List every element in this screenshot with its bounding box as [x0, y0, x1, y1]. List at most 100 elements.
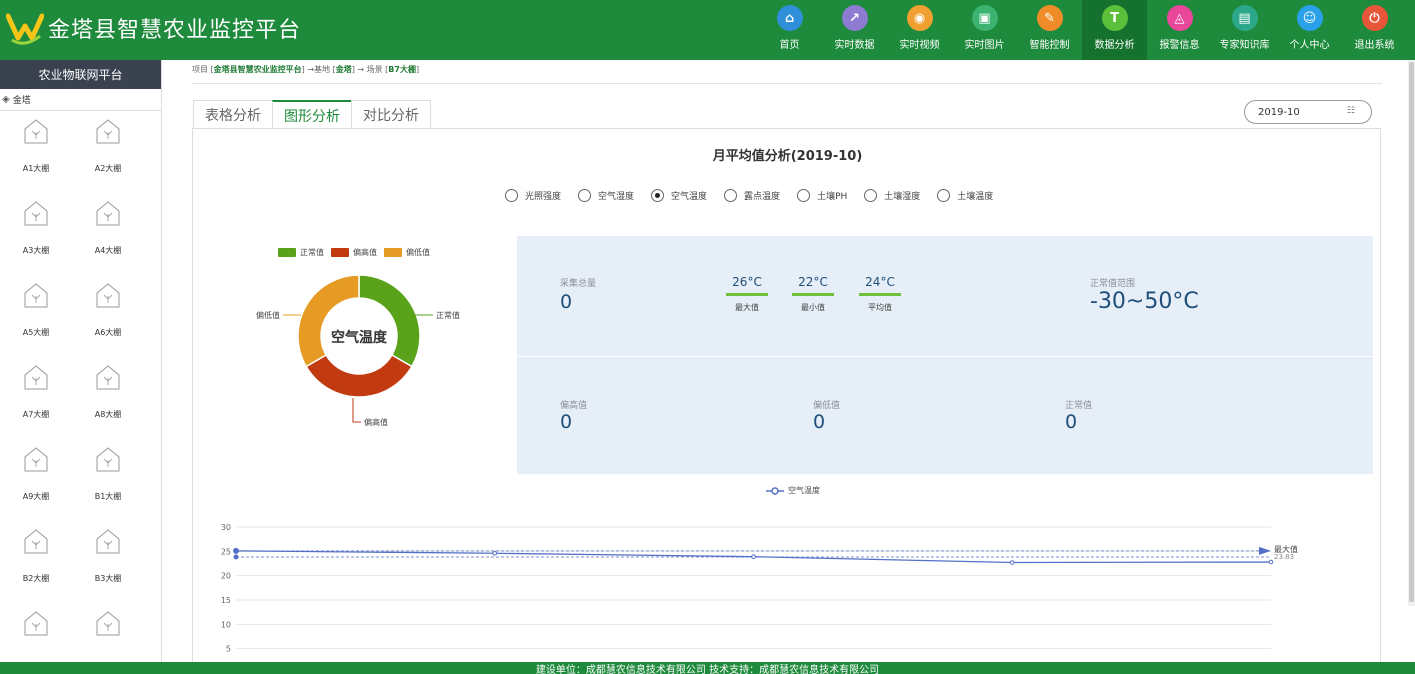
greenhouse-label: B1大棚: [94, 492, 122, 501]
breadcrumb-base[interactable]: 金塔: [336, 65, 352, 74]
legend-normal[interactable]: 正常值: [278, 247, 324, 258]
month-picker[interactable]: 2019-10 ☷: [1244, 100, 1372, 124]
scrollbar-thumb[interactable]: [1409, 62, 1414, 602]
radio-circle: [578, 189, 592, 202]
markline-arrow: [1259, 546, 1271, 555]
nav-item-chart[interactable]: ↗ 实时数据: [822, 0, 887, 60]
max-label: 最大值: [735, 303, 759, 312]
breadcrumb-scene[interactable]: B7大棚: [388, 65, 416, 74]
y-tick-label: 20: [221, 572, 231, 581]
radio-metric[interactable]: 土壤PH: [797, 189, 847, 202]
greenhouse-item[interactable]: [72, 603, 144, 662]
low-value: 0: [813, 411, 826, 433]
radio-label: 土壤PH: [817, 192, 848, 202]
greenhouse-item[interactable]: B2大棚: [0, 521, 72, 603]
line-legend-label: 空气温度: [788, 486, 820, 495]
radio-metric[interactable]: 光照强度: [505, 189, 561, 202]
radio-label: 空气温度: [671, 192, 708, 202]
greenhouse-item[interactable]: B1大棚: [72, 439, 144, 521]
nav-item-alarm[interactable]: ◬ 报警信息: [1147, 0, 1212, 60]
tab-compare-analysis[interactable]: 对比分析: [351, 100, 431, 129]
radio-label: 光照强度: [525, 192, 562, 202]
radio-metric[interactable]: 露点温度: [724, 189, 780, 202]
top-nav: ⌂ 首页 ↗ 实时数据 ◉ 实时视频 ▣ 实时图片 ✎ 智能控制 T 数据分析 ◬ 报警信息 ▤ 专家知识库 ☺…: [757, 0, 1407, 60]
nav-item-exit[interactable]: ⏻ 退出系统: [1342, 0, 1407, 60]
tree-root-label: 金塔: [12, 96, 31, 106]
greenhouse-item[interactable]: A2大棚: [72, 111, 144, 193]
nav-label: 退出系统: [1354, 40, 1395, 51]
series-point[interactable]: [751, 554, 756, 559]
legend-swatch-high: [331, 248, 349, 257]
greenhouse-item[interactable]: A8大棚: [72, 357, 144, 439]
greenhouse-item[interactable]: A1大棚: [0, 111, 72, 193]
greenhouse-item[interactable]: A9大棚: [0, 439, 72, 521]
greenhouse-icon: [96, 365, 120, 390]
radio-metric[interactable]: 空气湿度: [578, 189, 634, 202]
donut-callout-low: 偏低值: [256, 310, 280, 320]
breadcrumb-project[interactable]: 金塔县智慧农业监控平台: [214, 65, 302, 74]
divider: [192, 83, 1382, 84]
video-icon: ◉: [906, 5, 933, 31]
calendar-icon: ☷: [1346, 106, 1355, 116]
y-tick-label: 30: [221, 523, 231, 532]
control-icon: ✎: [1036, 5, 1063, 31]
greenhouse-icon: [24, 529, 48, 554]
radio-circle: [937, 189, 951, 202]
greenhouse-label: A2大棚: [94, 164, 122, 173]
y-tick-label: 10: [221, 620, 231, 629]
donut-slice-high[interactable]: [305, 353, 413, 398]
series-point[interactable]: [1268, 559, 1274, 565]
legend-high[interactable]: 偏高值: [331, 247, 377, 258]
range-value: -30~50°C: [1090, 289, 1199, 314]
book-icon: ▤: [1231, 5, 1258, 31]
avg-markline-start: [233, 554, 239, 560]
greenhouse-item[interactable]: A3大棚: [0, 193, 72, 275]
legend-low[interactable]: 偏低值: [384, 247, 430, 258]
greenhouse-icon: [24, 447, 48, 472]
greenhouse-label: B2大棚: [22, 574, 50, 583]
radio-label: 土壤湿度: [884, 192, 921, 202]
y-tick-label: 25: [221, 547, 231, 556]
nav-item-control[interactable]: ✎ 智能控制: [1017, 0, 1082, 60]
donut-center-label: 空气温度: [331, 329, 388, 346]
greenhouse-label: A9大棚: [22, 492, 50, 501]
donut-slice-normal[interactable]: [358, 274, 421, 368]
nav-item-image[interactable]: ▣ 实时图片: [952, 0, 1017, 60]
breadcrumb: 项目 [金塔县智慧农业监控平台] →基地 [金塔] → 场景 [B7大棚]: [192, 65, 420, 74]
nav-item-book[interactable]: ▤ 专家知识库: [1212, 0, 1277, 60]
nav-label: 实时数据: [834, 40, 875, 51]
nav-item-video[interactable]: ◉ 实时视频: [887, 0, 952, 60]
avg-bar: [859, 293, 901, 296]
scrollbar[interactable]: [1408, 60, 1415, 606]
radio-label: 土壤温度: [957, 192, 994, 202]
min-stat: 22°C 最小值: [792, 275, 834, 313]
greenhouse-item[interactable]: [0, 603, 72, 662]
nav-item-home[interactable]: ⌂ 首页: [757, 0, 822, 60]
radio-metric[interactable]: 土壤温度: [937, 189, 993, 202]
radio-metric[interactable]: 土壤湿度: [864, 189, 920, 202]
donut-slice-low[interactable]: [297, 274, 360, 368]
greenhouse-item[interactable]: A4大棚: [72, 193, 144, 275]
greenhouse-item[interactable]: B3大棚: [72, 521, 144, 603]
greenhouse-item[interactable]: A6大棚: [72, 275, 144, 357]
tree-root[interactable]: ◈ 金塔: [0, 89, 161, 111]
nav-item-user[interactable]: ☺ 个人中心: [1277, 0, 1342, 60]
radio-metric[interactable]: 空气温度: [651, 189, 707, 202]
series-point[interactable]: [492, 550, 498, 556]
min-label: 最小值: [801, 303, 825, 312]
greenhouse-item[interactable]: A7大棚: [0, 357, 72, 439]
line-legend-marker: [766, 486, 784, 495]
greenhouse-label: A4大棚: [94, 246, 122, 255]
tab-chart-analysis[interactable]: 图形分析: [272, 100, 352, 129]
nav-item-analysis[interactable]: T 数据分析: [1082, 0, 1147, 60]
analysis-tabs: 表格分析 图形分析 对比分析: [193, 100, 431, 129]
series-point[interactable]: [1009, 560, 1015, 565]
tab-table-analysis[interactable]: 表格分析: [193, 100, 273, 129]
normal-label: 正常值: [1065, 401, 1093, 411]
greenhouse-icon: [96, 119, 120, 144]
greenhouse-label: A6大棚: [94, 328, 122, 337]
greenhouse-item[interactable]: A5大棚: [0, 275, 72, 357]
line-legend[interactable]: 空气温度: [766, 485, 820, 496]
radio-circle: [724, 189, 738, 202]
series-point[interactable]: [233, 547, 239, 554]
